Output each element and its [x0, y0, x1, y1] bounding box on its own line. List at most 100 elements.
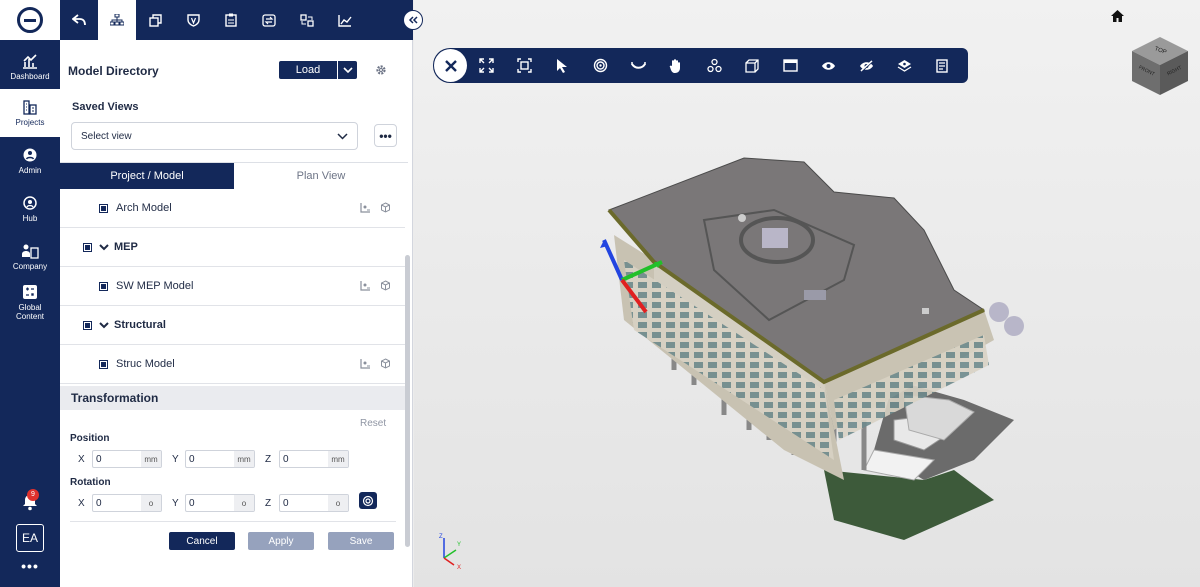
chevron-down-icon[interactable] [99, 243, 109, 251]
visibility-checkbox[interactable] [99, 281, 108, 291]
load-button[interactable]: Load [279, 61, 337, 79]
saved-views-more-button[interactable]: ••• [374, 124, 397, 147]
position-y-input[interactable]: 0 mm [185, 450, 255, 468]
show-all-button[interactable] [809, 48, 847, 83]
visibility-checkbox[interactable] [83, 242, 92, 252]
visibility-checkbox[interactable] [99, 203, 108, 213]
model-info-icon[interactable] [360, 280, 371, 291]
position-z-input[interactable]: 0 mm [279, 450, 349, 468]
nav-admin[interactable]: Admin [0, 137, 60, 185]
document-icon [936, 58, 948, 73]
company-icon [22, 244, 39, 259]
sync-button[interactable] [250, 0, 288, 40]
reset-button[interactable]: Reset [360, 418, 386, 429]
fit-view-icon [516, 58, 532, 73]
hub-icon [23, 196, 37, 210]
cancel-button[interactable]: Cancel [169, 532, 235, 550]
3d-viewer[interactable]: TOP FRONT RIGHT Z Y X [414, 0, 1200, 587]
rotation-z-label: Z [265, 498, 272, 509]
nav-projects[interactable]: Projects [0, 89, 60, 137]
zoom-tool-button[interactable] [619, 48, 657, 83]
tree-group-mep[interactable]: MEP [60, 228, 405, 267]
rotation-z-input[interactable]: 0 o [279, 494, 349, 512]
rotation-gizmo-button[interactable] [359, 492, 377, 509]
settings-button[interactable] [372, 61, 390, 79]
nav-company[interactable]: Company [0, 233, 60, 281]
dashboard-icon [23, 53, 37, 69]
explode-tool-button[interactable] [695, 48, 733, 83]
section-box-button[interactable] [733, 48, 771, 83]
nav-projects-label: Projects [15, 118, 45, 127]
home-icon[interactable] [1110, 9, 1125, 23]
nav-more-button[interactable]: ••• [0, 558, 60, 574]
shield-button[interactable] [174, 0, 212, 40]
model-info-icon[interactable] [360, 202, 371, 213]
tree-item-sw-mep-model[interactable]: SW MEP Model [60, 267, 405, 306]
tree-group-structural[interactable]: Structural [60, 306, 405, 345]
axis-z-label: Z [439, 534, 443, 540]
saved-view-select[interactable]: Select view [71, 122, 358, 150]
directory-tabs: Project / Model Plan View [60, 162, 408, 189]
visibility-checkbox[interactable] [99, 359, 108, 369]
fullscreen-button[interactable] [467, 48, 505, 83]
section-plane-button[interactable] [771, 48, 809, 83]
orbit-tool-button[interactable] [581, 48, 619, 83]
properties-button[interactable] [923, 48, 961, 83]
app-logo[interactable] [0, 0, 60, 40]
navigation-cube[interactable]: TOP FRONT RIGHT [1128, 35, 1192, 97]
apply-button[interactable]: Apply [248, 532, 314, 550]
compare-button[interactable] [288, 0, 326, 40]
layers-button[interactable] [136, 0, 174, 40]
tree-view-button[interactable] [98, 0, 136, 40]
building-model[interactable] [594, 150, 1054, 550]
target-icon [593, 58, 607, 73]
cube-icon[interactable] [380, 280, 391, 291]
visibility-checkbox[interactable] [83, 320, 92, 330]
tree-item-struc-model[interactable]: Struc Model [60, 345, 405, 384]
load-dropdown-button[interactable] [338, 61, 357, 79]
rotation-y-input[interactable]: 0 o [185, 494, 255, 512]
pan-tool-button[interactable] [657, 48, 695, 83]
rotation-x-input[interactable]: 0 o [92, 494, 162, 512]
tree-item-label: Arch Model [116, 202, 172, 214]
model-directory-panel: Model Directory Load Saved Views Select … [60, 0, 413, 587]
close-viewer-button[interactable] [434, 49, 467, 82]
user-avatar[interactable]: EA [16, 524, 44, 552]
tab-plan-view[interactable]: Plan View [234, 163, 408, 189]
nav-hub[interactable]: Hub [0, 185, 60, 233]
transformation-header[interactable]: Transformation [60, 386, 405, 410]
rotation-y-label: Y [172, 498, 179, 509]
position-y-label: Y [172, 454, 179, 465]
cube-icon[interactable] [380, 358, 391, 369]
nav-dashboard-label: Dashboard [10, 71, 50, 81]
tree-item-arch-model[interactable]: Arch Model [60, 189, 405, 228]
chevron-down-icon[interactable] [99, 321, 109, 329]
cube-icon[interactable] [380, 202, 391, 213]
nav-dashboard[interactable]: Dashboard [0, 43, 60, 91]
rotation-z-value: 0 [283, 497, 289, 509]
hide-button[interactable] [847, 48, 885, 83]
position-x-unit: mm [141, 451, 161, 467]
panel-scrollbar[interactable] [405, 255, 410, 547]
select-tool-button[interactable] [543, 48, 581, 83]
global-content-icon [23, 284, 37, 299]
layers-visibility-button[interactable] [885, 48, 923, 83]
tab-project-model[interactable]: Project / Model [60, 163, 234, 189]
notification-badge: 9 [27, 489, 39, 501]
eye-off-icon [859, 59, 873, 72]
collapse-panel-button[interactable] [403, 10, 423, 30]
position-z-label: Z [265, 454, 272, 465]
rotation-label: Rotation [70, 477, 111, 488]
clipboard-button[interactable] [212, 0, 250, 40]
save-button[interactable]: Save [328, 532, 394, 550]
axis-y-label: Y [457, 542, 461, 548]
nav-global-content[interactable]: Global Content [0, 278, 60, 326]
layers-icon [148, 13, 162, 27]
fit-view-button[interactable] [505, 48, 543, 83]
back-button[interactable] [60, 0, 98, 40]
position-label: Position [70, 433, 110, 444]
position-x-input[interactable]: 0 mm [92, 450, 162, 468]
model-info-icon[interactable] [360, 358, 371, 369]
analytics-button[interactable] [326, 0, 364, 40]
rotation-x-label: X [78, 498, 85, 509]
